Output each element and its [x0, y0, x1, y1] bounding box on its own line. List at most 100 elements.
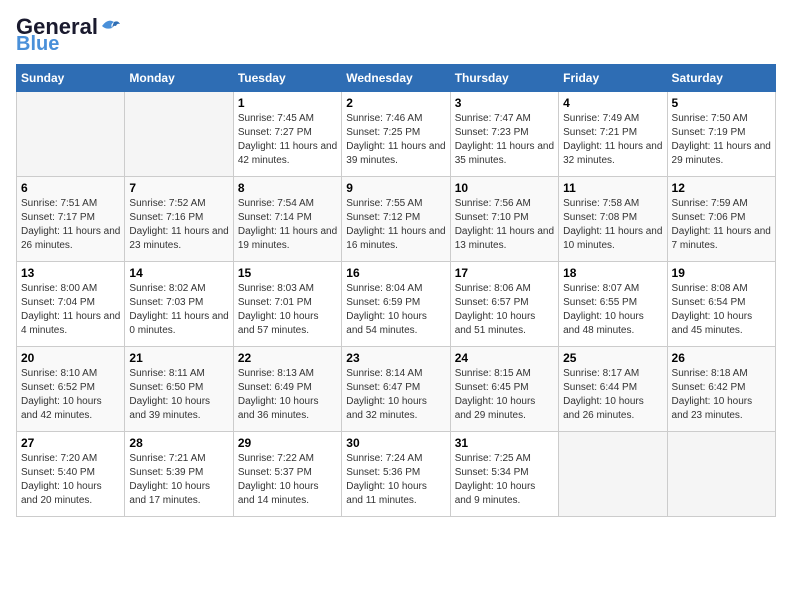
sunset-text: Sunset: 7:04 PM: [21, 296, 120, 310]
day-number: 18: [563, 266, 662, 280]
sunrise-text: Sunrise: 8:07 AM: [563, 282, 662, 296]
sunrise-text: Sunrise: 7:51 AM: [21, 197, 120, 211]
daylight-text: Daylight: 10 hours and 14 minutes.: [238, 480, 337, 508]
sunrise-text: Sunrise: 7:52 AM: [129, 197, 228, 211]
sunset-text: Sunset: 6:52 PM: [21, 381, 120, 395]
day-number: 29: [238, 436, 337, 450]
day-number: 3: [455, 96, 554, 110]
day-number: 28: [129, 436, 228, 450]
sunset-text: Sunset: 7:17 PM: [21, 211, 120, 225]
sunset-text: Sunset: 6:54 PM: [672, 296, 771, 310]
daylight-text: Daylight: 11 hours and 39 minutes.: [346, 140, 445, 168]
calendar-cell: 4Sunrise: 7:49 AMSunset: 7:21 PMDaylight…: [559, 92, 667, 177]
logo: General Blue: [16, 16, 122, 54]
day-info: Sunrise: 7:47 AMSunset: 7:23 PMDaylight:…: [455, 112, 554, 168]
sunset-text: Sunset: 6:50 PM: [129, 381, 228, 395]
sunset-text: Sunset: 7:19 PM: [672, 126, 771, 140]
sunrise-text: Sunrise: 8:15 AM: [455, 367, 554, 381]
daylight-text: Daylight: 10 hours and 9 minutes.: [455, 480, 554, 508]
daylight-text: Daylight: 11 hours and 19 minutes.: [238, 225, 337, 253]
day-info: Sunrise: 7:25 AMSunset: 5:34 PMDaylight:…: [455, 452, 554, 508]
daylight-text: Daylight: 11 hours and 42 minutes.: [238, 140, 337, 168]
calendar-week-4: 20 Sunrise: 8:10 AMSunset: 6:52 PM Dayligh…: [17, 347, 776, 432]
day-number: 22: [238, 351, 337, 365]
calendar-cell: 17Sunrise: 8:06 AMSunset: 6:57 PMDayligh…: [450, 262, 558, 347]
sunset-text: Sunset: 7:08 PM: [563, 211, 662, 225]
calendar-table: SundayMondayTuesdayWednesdayThursdayFrid…: [16, 64, 776, 517]
day-number: 17: [455, 266, 554, 280]
calendar-cell: 6 Sunrise: 7:51 AMSunset: 7:17 PMDaylight…: [17, 177, 125, 262]
day-info: Sunrise: 7:51 AMSunset: 7:17 PMDaylight:…: [21, 197, 120, 253]
sunrise-text: Sunrise: 7:25 AM: [455, 452, 554, 466]
weekday-header-sunday: Sunday: [17, 65, 125, 92]
day-info: Sunrise: 7:58 AMSunset: 7:08 PMDaylight:…: [563, 197, 662, 253]
daylight-text: Daylight: 10 hours and 23 minutes.: [672, 395, 771, 423]
daylight-text: Daylight: 11 hours and 10 minutes.: [563, 225, 662, 253]
calendar-cell: 19Sunrise: 8:08 AMSunset: 6:54 PMDayligh…: [667, 262, 775, 347]
calendar-cell: 30Sunrise: 7:24 AMSunset: 5:36 PMDayligh…: [342, 432, 450, 517]
sunrise-text: Sunrise: 8:06 AM: [455, 282, 554, 296]
day-info: Sunrise: 7:20 AMSunset: 5:40 PMDaylight:…: [21, 452, 120, 508]
daylight-text: Daylight: 10 hours and 45 minutes.: [672, 310, 771, 338]
day-number: 20: [21, 351, 120, 365]
calendar-cell: 18Sunrise: 8:07 AMSunset: 6:55 PMDayligh…: [559, 262, 667, 347]
calendar-cell: 9Sunrise: 7:55 AMSunset: 7:12 PMDaylight…: [342, 177, 450, 262]
sunset-text: Sunset: 6:47 PM: [346, 381, 445, 395]
calendar-week-2: 6Sunrise: 7:51 AMSunset: 7:17 PMDaylight…: [17, 177, 776, 262]
sunset-text: Sunset: 7:21 PM: [563, 126, 662, 140]
calendar-cell: 11 Sunrise: 7:58 AMSunset: 7:08 PMDayligh…: [559, 177, 667, 262]
day-number: 25: [563, 351, 662, 365]
day-number: 23: [346, 351, 445, 365]
calendar-cell: 2 Sunrise: 7:46 AMSunset: 7:25 PMDaylight…: [342, 92, 450, 177]
day-number: 9: [346, 181, 445, 195]
calendar-cell: [667, 432, 775, 517]
calendar-cell: 15Sunrise: 8:03 AMSunset: 7:01 PMDayligh…: [233, 262, 341, 347]
sunset-text: Sunset: 6:49 PM: [238, 381, 337, 395]
calendar-cell: 10Sunrise: 7:56 AMSunset: 7:10 PMDayligh…: [450, 177, 558, 262]
logo-bird-icon: [100, 16, 122, 34]
daylight-text: Daylight: 11 hours and 0 minutes.: [129, 310, 228, 338]
calendar-cell: [17, 92, 125, 177]
day-info: Sunrise: 8:00 AMSunset: 7:04 PMDaylight:…: [21, 282, 120, 338]
sunrise-text: Sunrise: 7:54 AM: [238, 197, 337, 211]
sunrise-text: Sunrise: 8:18 AM: [672, 367, 771, 381]
day-number: 12: [672, 181, 771, 195]
calendar-cell: 25Sunrise: 8:17 AMSunset: 6:44 PMDayligh…: [559, 347, 667, 432]
calendar-cell: 24Sunrise: 8:15 AMSunset: 6:45 PMDayligh…: [450, 347, 558, 432]
daylight-text: Daylight: 10 hours and 17 minutes.: [129, 480, 228, 508]
day-number: 19: [672, 266, 771, 280]
day-number: 6: [21, 181, 120, 195]
sunrise-text: Sunrise: 7:46 AM: [346, 112, 445, 126]
day-number: 14: [129, 266, 228, 280]
sunrise-text: Sunrise: 7:59 AM: [672, 197, 771, 211]
calendar-cell: 3 Sunrise: 7:47 AMSunset: 7:23 PMDaylight…: [450, 92, 558, 177]
daylight-text: Daylight: 10 hours and 26 minutes.: [563, 395, 662, 423]
day-number: 11: [563, 181, 662, 195]
calendar-cell: 28Sunrise: 7:21 AMSunset: 5:39 PMDayligh…: [125, 432, 233, 517]
weekday-header-friday: Friday: [559, 65, 667, 92]
sunrise-text: Sunrise: 7:24 AM: [346, 452, 445, 466]
sunset-text: Sunset: 5:34 PM: [455, 466, 554, 480]
sunset-text: Sunset: 5:39 PM: [129, 466, 228, 480]
daylight-text: Daylight: 11 hours and 16 minutes.: [346, 225, 445, 253]
calendar-week-3: 13 Sunrise: 8:00 AMSunset: 7:04 PMDayligh…: [17, 262, 776, 347]
sunrise-text: Sunrise: 7:20 AM: [21, 452, 120, 466]
calendar-cell: 13 Sunrise: 8:00 AMSunset: 7:04 PMDayligh…: [17, 262, 125, 347]
daylight-text: Daylight: 11 hours and 13 minutes.: [455, 225, 554, 253]
calendar-cell: 20Sunrise: 8:10 AMSunset: 6:52 PMDayligh…: [17, 347, 125, 432]
calendar-cell: 8Sunrise: 7:54 AMSunset: 7:14 PMDaylight…: [233, 177, 341, 262]
sunrise-text: Sunrise: 8:10 AM: [21, 367, 120, 381]
sunset-text: Sunset: 6:44 PM: [563, 381, 662, 395]
sunrise-text: Sunrise: 7:22 AM: [238, 452, 337, 466]
calendar-cell: 12Sunrise: 7:59 AMSunset: 7:06 PMDayligh…: [667, 177, 775, 262]
day-info: Sunrise: 8:04 AMSunset: 6:59 PMDaylight:…: [346, 282, 445, 338]
day-number: 1: [238, 96, 337, 110]
day-number: 2: [346, 96, 445, 110]
sunset-text: Sunset: 6:42 PM: [672, 381, 771, 395]
daylight-text: Daylight: 11 hours and 35 minutes.: [455, 140, 554, 168]
weekday-header-saturday: Saturday: [667, 65, 775, 92]
day-info: Sunrise: 8:18 AMSunset: 6:42 PMDaylight:…: [672, 367, 771, 423]
sunset-text: Sunset: 7:10 PM: [455, 211, 554, 225]
sunset-text: Sunset: 7:25 PM: [346, 126, 445, 140]
day-number: 13: [21, 266, 120, 280]
